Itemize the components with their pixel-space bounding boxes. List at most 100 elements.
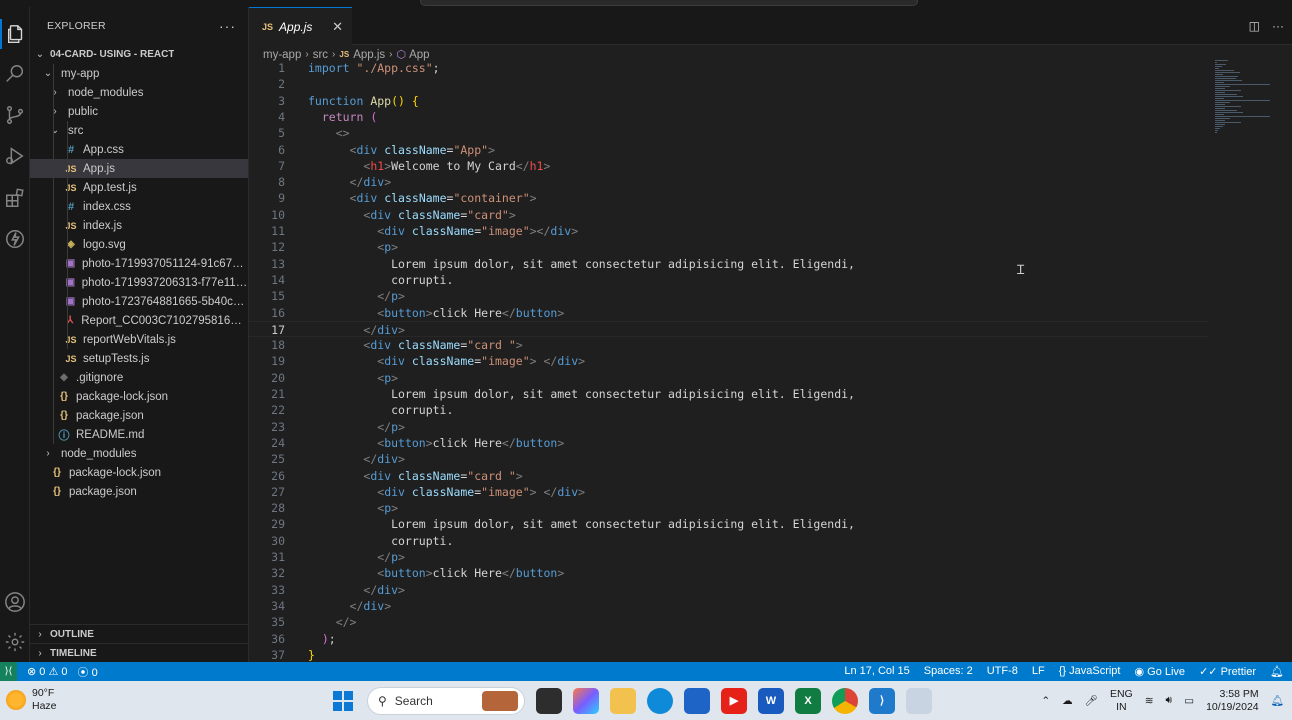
code-line[interactable]: 27 <div className="image"> </div>	[249, 484, 1209, 500]
copilot-icon[interactable]	[573, 687, 599, 714]
code-line[interactable]: 7 <h1>Welcome to My Card</h1>	[249, 158, 1209, 174]
taskbar-search[interactable]: ⚲ Search	[367, 686, 525, 715]
code-line[interactable]: 13 Lorem ipsum dolor, sit amet consectet…	[249, 256, 1209, 272]
word-icon[interactable]: W	[758, 687, 784, 714]
code-line[interactable]: 33 </div>	[249, 582, 1209, 598]
code-line[interactable]: 29 Lorem ipsum dolor, sit amet consectet…	[249, 516, 1209, 532]
tree-file[interactable]: {} package.json	[30, 406, 248, 425]
workspace-root[interactable]: ⌄ 04-CARD- USING - REACT	[30, 45, 248, 64]
code-line[interactable]: 22 corrupti.	[249, 402, 1209, 418]
file-explorer-icon[interactable]	[610, 687, 636, 714]
run-debug-icon[interactable]	[0, 141, 30, 171]
input-language[interactable]: ENG IN	[1110, 688, 1133, 714]
command-center[interactable]	[420, 0, 918, 6]
code-line[interactable]: 25 </div>	[249, 451, 1209, 467]
split-editor-icon[interactable]: ◫	[1249, 19, 1260, 33]
code-line[interactable]: 21 Lorem ipsum dolor, sit amet consectet…	[249, 386, 1209, 402]
notifications-bell-icon[interactable]: 🔔︎	[1270, 665, 1284, 678]
tree-folder[interactable]: › public	[30, 102, 248, 121]
language-mode[interactable]: {} JavaScript	[1059, 665, 1121, 678]
tree-file[interactable]: JS reportWebVitals.js	[30, 330, 248, 349]
code-line[interactable]: 19 <div className="image"> </div>	[249, 353, 1209, 369]
weather-widget[interactable]: 90°F Haze	[6, 687, 57, 713]
tree-folder[interactable]: ⌄ src	[30, 121, 248, 140]
encoding[interactable]: UTF-8	[987, 665, 1018, 678]
code-line[interactable]: 26 <div className="card ">	[249, 468, 1209, 484]
code-line[interactable]: 23 </p>	[249, 419, 1209, 435]
microsoft-store-icon[interactable]	[684, 687, 710, 714]
tree-file[interactable]: {} package-lock.json	[30, 463, 248, 482]
tree-file[interactable]: JS setupTests.js	[30, 349, 248, 368]
account-icon[interactable]	[0, 587, 30, 617]
code-line[interactable]: 28 <p>	[249, 500, 1209, 516]
close-tab-icon[interactable]: ✕	[332, 19, 343, 35]
notification-bell-icon[interactable]: 🔔︎	[1271, 694, 1284, 707]
battery-icon[interactable]: ▭	[1184, 695, 1194, 707]
code-line[interactable]: 3 function App() {	[249, 93, 1209, 109]
code-line[interactable]: 9 <div className="container">	[249, 190, 1209, 206]
problems-indicator[interactable]: ⊗ 0 ⚠ 0	[27, 665, 68, 678]
chrome-icon[interactable]	[832, 687, 858, 714]
breadcrumb-folder[interactable]: my-app	[263, 49, 301, 61]
youtube-icon[interactable]: ▶	[721, 687, 747, 714]
code-line[interactable]: 16 <button>click Here</button>	[249, 305, 1209, 321]
excel-icon[interactable]: X	[795, 687, 821, 714]
tree-file[interactable]: # App.css	[30, 140, 248, 159]
go-live-button[interactable]: ◉ Go Live	[1134, 665, 1185, 678]
minimap[interactable]	[1215, 60, 1270, 133]
tree-file[interactable]: {} package.json	[30, 482, 248, 501]
tree-folder[interactable]: › node_modules	[30, 83, 248, 102]
code-line[interactable]: 30 corrupti.	[249, 533, 1209, 549]
tree-file[interactable]: ◆ .gitignore	[30, 368, 248, 387]
code-line[interactable]: 4 return (	[249, 109, 1209, 125]
code-line[interactable]: 20 <p>	[249, 370, 1209, 386]
breadcrumb-folder[interactable]: src	[313, 49, 328, 61]
tree-folder[interactable]: › node_modules	[30, 444, 248, 463]
cursor-position[interactable]: Ln 17, Col 15	[844, 665, 909, 678]
tree-file[interactable]: ⅄ Report_CC003C71027958167684_...	[30, 311, 248, 330]
tree-file[interactable]: ▣ photo-1723764881665-5b40cea0...	[30, 292, 248, 311]
end-of-line[interactable]: LF	[1032, 665, 1045, 678]
code-line[interactable]: 6 <div className="App">	[249, 142, 1209, 158]
extensions-icon[interactable]	[0, 183, 30, 213]
tree-file[interactable]: ◈ logo.svg	[30, 235, 248, 254]
edge-browser-icon[interactable]	[647, 687, 673, 714]
settings-gear-icon[interactable]	[0, 627, 30, 657]
code-line[interactable]: 36 );	[249, 631, 1209, 647]
tree-file[interactable]: JS index.js	[30, 216, 248, 235]
task-view-icon[interactable]	[536, 687, 562, 714]
code-line[interactable]: 14 corrupti.	[249, 272, 1209, 288]
code-line[interactable]: 8 </div>	[249, 174, 1209, 190]
live-server-icon[interactable]	[0, 224, 30, 254]
microphone-icon[interactable]: 🎤︎	[1085, 694, 1098, 707]
clock[interactable]: 3:58 PM 10/19/2024	[1206, 688, 1259, 714]
tree-folder[interactable]: ⌄ my-app	[30, 64, 248, 83]
code-line[interactable]: 2	[249, 76, 1209, 92]
code-line[interactable]: 17 </div>	[249, 320, 1209, 337]
tree-file[interactable]: ▣ photo-1719937051124-91c677bc...	[30, 254, 248, 273]
breadcrumb-symbol[interactable]: App	[409, 49, 429, 61]
windows-start-icon[interactable]	[330, 688, 356, 714]
volume-icon[interactable]: 🔊︎	[1166, 694, 1173, 707]
snipping-tool-icon[interactable]	[906, 687, 932, 714]
code-line[interactable]: 32 <button>click Here</button>	[249, 565, 1209, 581]
code-line[interactable]: 34 </div>	[249, 598, 1209, 614]
tree-file[interactable]: # index.css	[30, 197, 248, 216]
code-line[interactable]: 5 <>	[249, 125, 1209, 141]
source-control-icon[interactable]	[0, 100, 30, 130]
breadcrumb-file[interactable]: App.js	[353, 49, 385, 61]
cloud-off-icon[interactable]: ☁	[1062, 695, 1073, 707]
code-line[interactable]: 37}	[249, 647, 1209, 663]
code-line[interactable]: 31 </p>	[249, 549, 1209, 565]
explorer-icon[interactable]	[0, 19, 30, 49]
ports-indicator[interactable]: ⦿ 0	[78, 664, 98, 680]
code-line[interactable]: 15 </p>	[249, 288, 1209, 304]
code-line[interactable]: 1 import "./App.css";	[249, 60, 1209, 76]
more-actions-icon[interactable]: ···	[219, 18, 236, 34]
prettier-status[interactable]: ✓✓ Prettier	[1199, 665, 1256, 678]
tree-file[interactable]: JS App.test.js	[30, 178, 248, 197]
chevron-up-icon[interactable]: ⌃	[1041, 695, 1050, 707]
vscode-icon[interactable]: ⟩	[869, 687, 895, 714]
search-icon[interactable]	[0, 59, 30, 89]
code-line[interactable]: 24 <button>click Here</button>	[249, 435, 1209, 451]
